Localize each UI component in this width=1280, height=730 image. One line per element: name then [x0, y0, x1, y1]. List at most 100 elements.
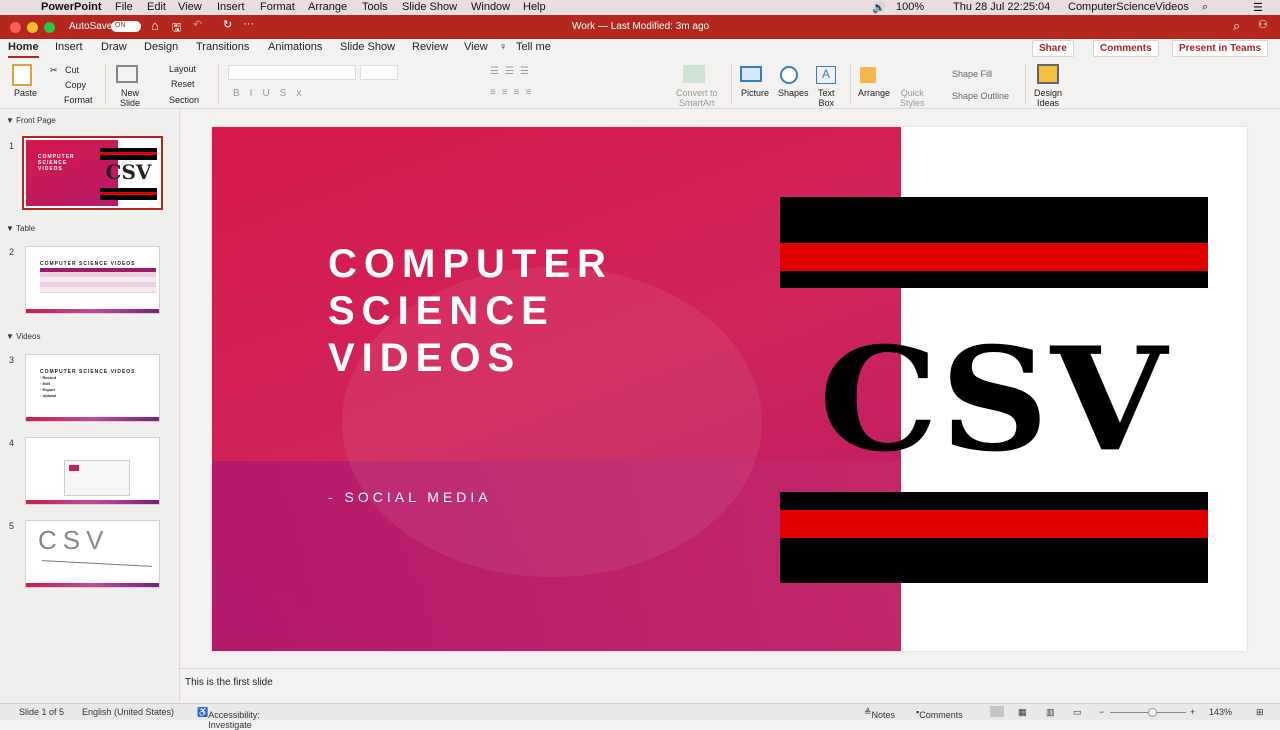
slide-sorter-button[interactable]: ▦: [1018, 707, 1027, 718]
zoom-button[interactable]: [44, 22, 55, 33]
notes-text[interactable]: This is the first slide: [185, 677, 273, 688]
battery-level[interactable]: 100%: [896, 1, 924, 13]
clock[interactable]: Thu 28 Jul 22:25:04: [953, 1, 1050, 13]
textbox-icon[interactable]: A: [816, 66, 836, 84]
tab-draw[interactable]: Draw: [101, 41, 127, 53]
zoom-in-button[interactable]: +: [1190, 707, 1195, 717]
accessibility-status[interactable]: ♿ Accessibility: Investigate: [197, 707, 260, 730]
design-ideas-button[interactable]: Design Ideas: [1034, 88, 1062, 108]
menu-help[interactable]: Help: [523, 1, 546, 13]
menu-edit[interactable]: Edit: [147, 1, 166, 13]
tab-view[interactable]: View: [464, 41, 488, 53]
font-format-icons[interactable]: BIUSx: [233, 89, 311, 99]
tab-review[interactable]: Review: [412, 41, 448, 53]
notes-button[interactable]: ≜ Notes: [864, 707, 895, 720]
shapes-icon[interactable]: [780, 66, 798, 84]
arrange-button[interactable]: Arrange: [858, 88, 890, 98]
paste-button[interactable]: Paste: [14, 88, 37, 98]
redo-icon[interactable]: ↻: [223, 18, 232, 31]
picture-button[interactable]: Picture: [741, 88, 769, 98]
shapes-button[interactable]: Shapes: [778, 88, 809, 98]
arrange-icon[interactable]: [860, 67, 876, 83]
section-videos[interactable]: ▼ Videos: [6, 332, 40, 341]
zoom-slider[interactable]: [1110, 708, 1186, 717]
tab-slideshow[interactable]: Slide Show: [340, 41, 395, 53]
convert-smartart-button[interactable]: Convert to SmartArt: [676, 88, 718, 108]
tab-design[interactable]: Design: [144, 41, 178, 53]
user-name[interactable]: ComputerScienceVideos: [1068, 1, 1189, 13]
slide-subtitle[interactable]: - SOCIAL MEDIA: [328, 489, 492, 505]
comments-button[interactable]: Comments: [1093, 40, 1159, 57]
textbox-button[interactable]: Text Box: [818, 88, 835, 108]
tab-transitions[interactable]: Transitions: [196, 41, 249, 53]
slide-canvas[interactable]: COMPUTER SCIENCE VIDEOS - SOCIAL MEDIA CSV: [212, 127, 1247, 651]
tab-animations[interactable]: Animations: [268, 41, 322, 53]
csv-logo[interactable]: CSV: [780, 316, 1208, 483]
font-name-input[interactable]: [228, 65, 356, 80]
minimize-button[interactable]: [27, 22, 38, 33]
paste-icon[interactable]: [12, 64, 32, 86]
zoom-slider-thumb[interactable]: [1147, 708, 1157, 717]
notes-pane[interactable]: This is the first slide: [180, 668, 1280, 698]
reading-view-button[interactable]: ▥: [1046, 707, 1055, 718]
tell-me[interactable]: Tell me: [516, 41, 551, 53]
shape-fill-button[interactable]: Shape Fill: [952, 69, 992, 79]
share-button[interactable]: Share: [1032, 40, 1074, 57]
format-painter-button[interactable]: Format: [64, 95, 93, 105]
menu-insert[interactable]: Insert: [217, 1, 245, 13]
slide-title[interactable]: COMPUTER SCIENCE VIDEOS: [328, 241, 613, 382]
align-icons[interactable]: ≡≡≡≡: [490, 88, 537, 98]
menu-slideshow[interactable]: Slide Show: [402, 1, 457, 13]
zoom-level[interactable]: 143%: [1209, 707, 1232, 717]
search-icon[interactable]: ⌕: [1233, 18, 1240, 34]
save-icon[interactable]: 🖫: [172, 19, 181, 38]
more-icon[interactable]: ···: [243, 18, 254, 30]
close-button[interactable]: [10, 22, 21, 33]
volume-icon[interactable]: 🔊: [872, 1, 886, 14]
comments-status-button[interactable]: ▪ Comments: [916, 707, 963, 720]
undo-icon[interactable]: ↶: [193, 18, 202, 31]
font-size-input[interactable]: [360, 65, 398, 80]
thumbnail-slide-3[interactable]: COMPUTER SCIENCE VIDEOS · Record · Edit · …: [25, 354, 160, 422]
quick-styles-button[interactable]: Quick Styles: [900, 88, 925, 108]
fit-slide-button[interactable]: ⊞: [1256, 707, 1264, 718]
menu-format[interactable]: Format: [260, 1, 295, 13]
design-ideas-icon[interactable]: [1037, 64, 1059, 84]
shape-outline-button[interactable]: Shape Outline: [952, 91, 1009, 101]
new-slide-button[interactable]: New Slide: [120, 88, 140, 108]
tab-insert[interactable]: Insert: [55, 41, 83, 53]
thumbnail-slide-2[interactable]: COMPUTER SCIENCE VIDEOS: [25, 246, 160, 314]
document-title[interactable]: Work — Last Modified: 3m ago: [572, 21, 709, 32]
section-button[interactable]: Section: [169, 95, 199, 105]
list-icons[interactable]: ☰☰☰: [490, 67, 535, 77]
menu-window[interactable]: Window: [471, 1, 510, 13]
copy-button[interactable]: Copy: [65, 80, 86, 90]
slideshow-button[interactable]: ▭: [1073, 707, 1082, 718]
zoom-out-button[interactable]: −: [1099, 707, 1104, 717]
section-table[interactable]: ▼ Table: [6, 224, 35, 233]
thumbnail-slide-5[interactable]: CSV: [25, 520, 160, 588]
thumbnail-slide-4[interactable]: [25, 437, 160, 505]
menu-file[interactable]: File: [115, 1, 133, 13]
reset-button[interactable]: Reset: [171, 79, 195, 89]
smartart-icon: [683, 65, 705, 83]
thumbnail-slide-1[interactable]: COMPUTER SCIENCE VIDEOS CSV: [22, 136, 163, 210]
cut-button[interactable]: Cut: [65, 65, 79, 75]
home-icon[interactable]: ⌂: [151, 18, 159, 33]
layout-button[interactable]: Layout: [169, 64, 196, 74]
tab-home[interactable]: Home: [8, 41, 39, 58]
language[interactable]: English (United States): [82, 707, 174, 717]
menu-app[interactable]: PowerPoint: [41, 1, 102, 13]
picture-icon[interactable]: [740, 66, 762, 82]
menu-tools[interactable]: Tools: [362, 1, 388, 13]
autosave-toggle[interactable]: ON: [111, 21, 141, 32]
share-people-icon[interactable]: ⚇: [1258, 18, 1268, 31]
new-slide-icon[interactable]: [116, 65, 138, 83]
menu-arrange[interactable]: Arrange: [308, 1, 347, 13]
menu-view[interactable]: View: [178, 1, 202, 13]
present-in-teams-button[interactable]: Present in Teams: [1172, 40, 1269, 57]
normal-view-button[interactable]: [990, 706, 1004, 717]
control-center-icon[interactable]: ☰: [1253, 1, 1263, 14]
spotlight-icon[interactable]: ⌕: [1202, 1, 1208, 14]
section-front-page[interactable]: ▼ Front Page: [6, 116, 56, 125]
